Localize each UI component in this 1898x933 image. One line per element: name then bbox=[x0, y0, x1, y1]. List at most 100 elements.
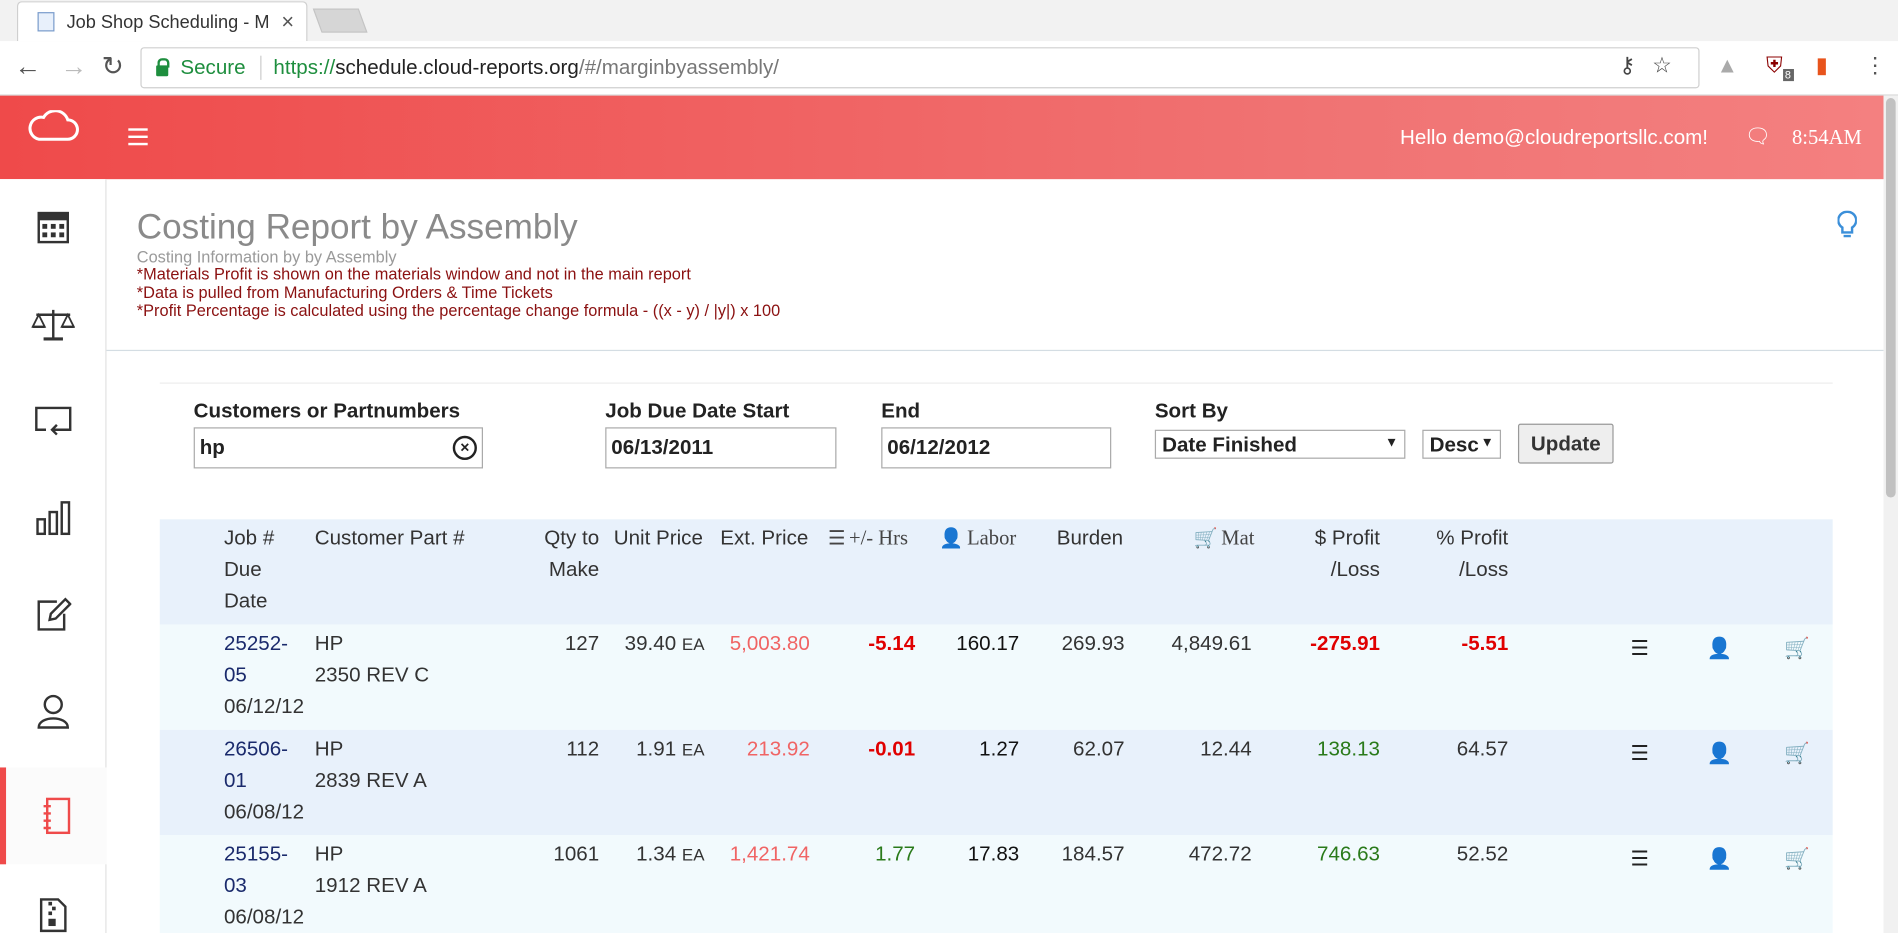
job-number-part-2: 03 bbox=[223, 873, 247, 897]
edit-icon bbox=[37, 597, 72, 631]
qty-cell: 112 bbox=[566, 737, 600, 761]
list-icon[interactable]: ☰ bbox=[1631, 637, 1649, 661]
star-icon[interactable]: ☆ bbox=[1652, 53, 1688, 77]
list-icon[interactable]: ☰ bbox=[1631, 847, 1649, 871]
update-button[interactable]: Update bbox=[1517, 423, 1614, 464]
list-icon[interactable]: ☰ bbox=[1631, 742, 1649, 766]
chevron-down-icon: ▼ bbox=[1480, 435, 1494, 451]
drive-extension-icon[interactable]: ▲ bbox=[1716, 53, 1738, 78]
customers-label: Customers or Partnumbers bbox=[193, 399, 461, 423]
user-times-icon[interactable]: 👤 bbox=[1707, 637, 1733, 661]
col-unit-price[interactable]: Unit Price bbox=[614, 523, 703, 554]
col-mat[interactable]: 🛒 Mat bbox=[1194, 523, 1255, 556]
cart-icon[interactable]: 🛒 bbox=[1784, 742, 1810, 766]
key-icon[interactable]: ⚷ bbox=[1619, 53, 1652, 77]
browser-tabstrip: Job Shop Scheduling - M × bbox=[0, 0, 1898, 42]
page-header: Costing Report by Assembly Costing Infor… bbox=[106, 179, 1884, 352]
menu-kebab-icon[interactable]: ⋮ bbox=[1864, 53, 1886, 78]
user-greeting[interactable]: Hello demo@cloudreportsllc.com! bbox=[1400, 126, 1708, 150]
col-profit-line-1: $ Profit bbox=[1314, 526, 1380, 550]
scrollbar-thumb[interactable] bbox=[1885, 98, 1896, 498]
sort-by-select[interactable]: Date Finished ▼ bbox=[1154, 429, 1406, 459]
col-job-line-1: Job # bbox=[223, 526, 275, 550]
profit-cell: -275.91 bbox=[1310, 631, 1380, 655]
pct-cell: 64.57 bbox=[1456, 737, 1509, 761]
part-number: 2350 REV C bbox=[314, 663, 430, 687]
cart-icon: 🛒 bbox=[1193, 528, 1218, 550]
lock-icon bbox=[156, 57, 170, 76]
job-number-part-1: 26506- bbox=[223, 737, 289, 761]
table-header: Job # Due Date Customer Part # Qty to Ma… bbox=[159, 519, 1833, 625]
job-number-part-1: 25155- bbox=[223, 842, 289, 866]
customers-input[interactable]: hp bbox=[193, 427, 483, 469]
user-times-icon[interactable]: 👤 bbox=[1707, 742, 1733, 766]
office-extension-icon[interactable]: ▮ bbox=[1816, 53, 1828, 78]
sidebar-item-charts[interactable] bbox=[0, 470, 107, 567]
hamburger-menu-icon[interactable] bbox=[128, 128, 148, 146]
sidebar-item-scale[interactable] bbox=[0, 276, 107, 373]
back-icon[interactable]: ← bbox=[15, 51, 42, 82]
end-date-input[interactable]: 06/12/2012 bbox=[881, 427, 1112, 469]
chat-bubble-icon[interactable]: 🗨 bbox=[1745, 125, 1771, 149]
burden-cell: 184.57 bbox=[1061, 842, 1125, 866]
bar-chart-icon bbox=[36, 501, 71, 536]
sidebar-item-screen[interactable] bbox=[0, 373, 107, 470]
page-title: Costing Report by Assembly bbox=[136, 208, 578, 247]
job-number-link[interactable]: 25155- 03 bbox=[224, 839, 304, 902]
browser-tab[interactable]: Job Shop Scheduling - M × bbox=[16, 1, 308, 42]
pct-cell: -5.51 bbox=[1461, 631, 1509, 655]
col-profit[interactable]: $ Profit /Loss bbox=[1286, 523, 1380, 586]
cart-icon[interactable]: 🛒 bbox=[1784, 637, 1810, 661]
sort-order-value: Desc bbox=[1429, 433, 1479, 457]
sidebar-item-edit[interactable] bbox=[0, 567, 107, 664]
customer-name: HP bbox=[314, 631, 344, 655]
start-date-input[interactable]: 06/13/2011 bbox=[605, 427, 837, 469]
col-ext-price[interactable]: Ext. Price bbox=[720, 523, 808, 554]
part-cell: HP 2839 REV A bbox=[315, 734, 427, 797]
scale-icon bbox=[31, 309, 76, 341]
job-number-link[interactable]: 26506- 01 bbox=[224, 734, 304, 797]
col-hours[interactable]: ☰ +/- Hrs bbox=[828, 523, 908, 556]
due-date: 06/08/12 bbox=[223, 905, 305, 929]
sort-by-value: Date Finished bbox=[1162, 433, 1298, 457]
page-favicon-icon bbox=[37, 12, 55, 32]
col-part[interactable]: Customer Part # bbox=[315, 523, 465, 554]
cart-icon[interactable]: 🛒 bbox=[1784, 847, 1810, 871]
col-pct[interactable]: % Profit /Loss bbox=[1411, 523, 1508, 586]
unit-of-measure: EA bbox=[681, 634, 705, 654]
col-burden[interactable]: Burden bbox=[1057, 523, 1123, 554]
extension-badge: 8 bbox=[1782, 68, 1794, 81]
sort-order-select[interactable]: Desc ▼ bbox=[1422, 429, 1502, 459]
ext-price-cell: 5,003.80 bbox=[729, 631, 810, 655]
col-qty[interactable]: Qty to Make bbox=[527, 523, 599, 586]
sidebar-item-calculator[interactable] bbox=[0, 179, 107, 276]
clear-input-icon[interactable]: × bbox=[452, 435, 477, 460]
page-scrollbar[interactable] bbox=[1883, 95, 1898, 933]
unit-of-measure: EA bbox=[681, 739, 705, 759]
filter-panel: Customers or Partnumbers hp × Job Due Da… bbox=[159, 382, 1833, 504]
reload-icon[interactable]: ↻ bbox=[102, 51, 124, 82]
col-job[interactable]: Job # Due Date bbox=[224, 523, 274, 617]
profit-cell: 138.13 bbox=[1317, 737, 1380, 761]
ublock-extension-icon[interactable]: ⛨ 8 bbox=[1766, 53, 1794, 81]
address-bar[interactable]: Secure https://schedule.cloud-reports.or… bbox=[140, 47, 1700, 89]
cloud-logo-icon[interactable] bbox=[27, 110, 80, 141]
col-labor[interactable]: 👤 Labor bbox=[939, 523, 1016, 556]
tab-close-icon[interactable]: × bbox=[281, 9, 294, 34]
user-icon bbox=[37, 694, 70, 729]
job-number-link[interactable]: 25252- 05 bbox=[224, 628, 304, 691]
new-tab-button[interactable] bbox=[312, 8, 368, 33]
mat-cell: 12.44 bbox=[1200, 737, 1252, 761]
zip-file-icon bbox=[39, 898, 67, 933]
sidebar-item-notebook[interactable] bbox=[0, 767, 107, 865]
sidebar-item-archive[interactable] bbox=[0, 867, 107, 933]
forward-icon[interactable]: → bbox=[61, 51, 88, 82]
col-hours-label: +/- Hrs bbox=[848, 526, 909, 550]
user-times-icon[interactable]: 👤 bbox=[1707, 847, 1733, 871]
unit-of-measure: EA bbox=[681, 844, 705, 865]
col-job-line-2: Due bbox=[223, 558, 262, 582]
table-row: 25155- 03 06/08/12 HP 1912 REV A 1061 1.3… bbox=[159, 835, 1833, 933]
lightbulb-icon[interactable] bbox=[1837, 210, 1857, 240]
sidebar-item-user[interactable] bbox=[0, 663, 107, 760]
app-header: Hello demo@cloudreportsllc.com! 🗨 8:54AM bbox=[0, 95, 1884, 180]
